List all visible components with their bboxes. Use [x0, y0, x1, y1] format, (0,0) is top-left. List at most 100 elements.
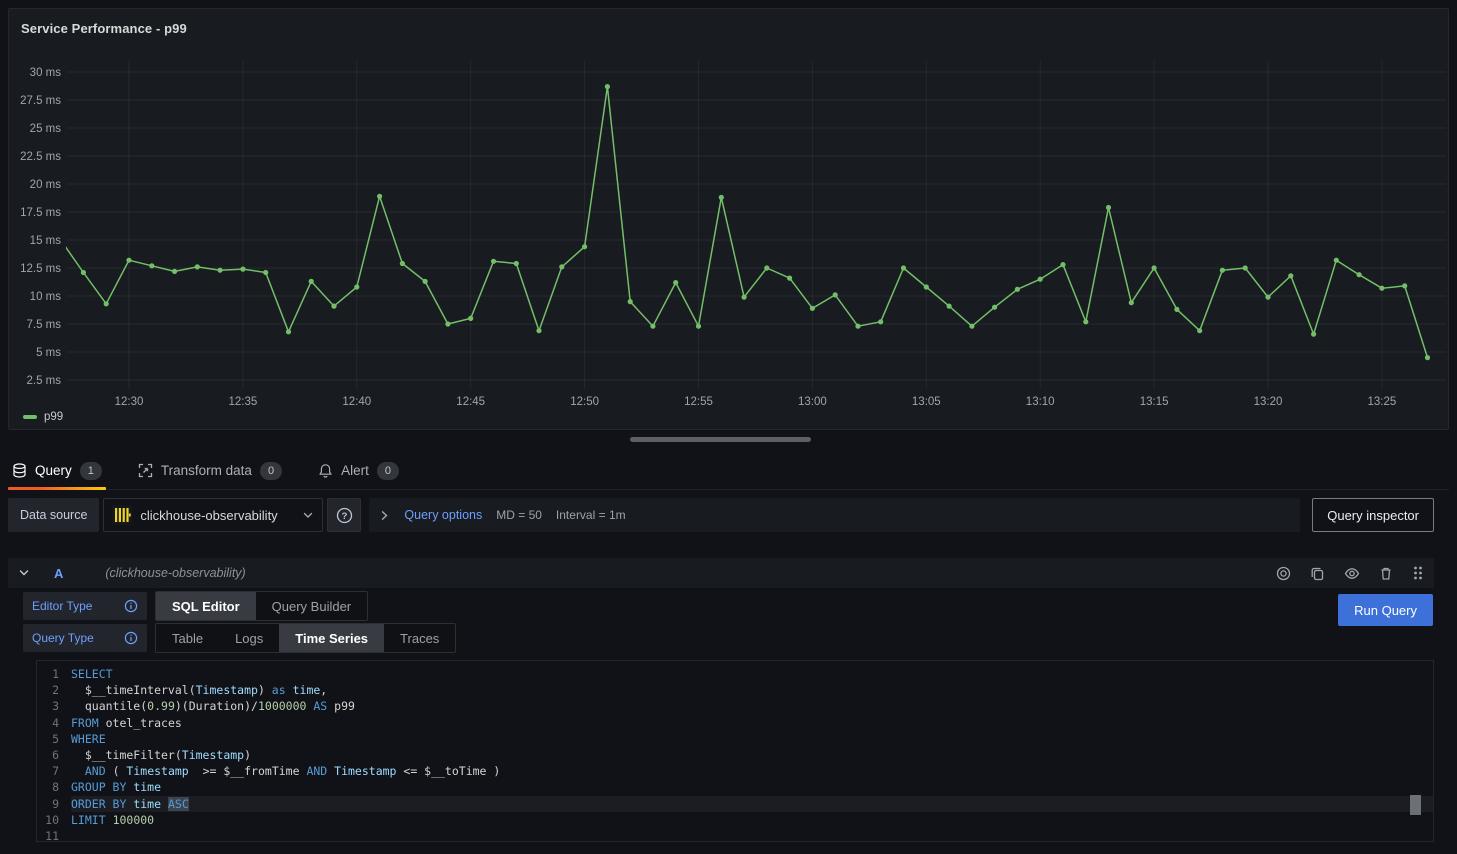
line-content: $__timeInterval(Timestamp) as time, [71, 682, 1433, 698]
max-data-points-value: MD = 50 [496, 508, 542, 522]
datasource-picker[interactable]: clickhouse-observability [103, 498, 323, 532]
panel-title: Service Performance - p99 [21, 21, 187, 36]
svg-text:12:50: 12:50 [570, 396, 599, 408]
record-icon[interactable] [1276, 566, 1291, 581]
query-inspector-button[interactable]: Query inspector [1312, 498, 1434, 532]
code-line-9[interactable]: 9ORDER BY time ASC [37, 796, 1433, 812]
svg-text:12:35: 12:35 [229, 396, 258, 408]
help-icon: ? [336, 507, 353, 524]
svg-text:13:10: 13:10 [1026, 396, 1055, 408]
svg-text:5 ms: 5 ms [36, 347, 61, 359]
query-row-header[interactable]: A (clickhouse-observability) [8, 558, 1434, 588]
code-line-5[interactable]: 5WHERE [37, 731, 1433, 747]
option-query-builder[interactable]: Query Builder [256, 592, 367, 620]
tab-transform-data[interactable]: Transform data0 [134, 452, 286, 489]
svg-text:2.5 ms: 2.5 ms [26, 375, 61, 387]
code-line-1[interactable]: 1SELECT [37, 666, 1433, 682]
line-number: 2 [37, 682, 71, 698]
line-content: quantile(0.99)(Duration)/1000000 AS p99 [71, 698, 1433, 714]
clickhouse-logo-icon [112, 505, 132, 525]
legend-swatch [23, 415, 37, 419]
svg-text:13:00: 13:00 [798, 396, 827, 408]
line-content: $__timeFilter(Timestamp) [71, 747, 1433, 763]
sql-editor[interactable]: 1SELECT2 $__timeInterval(Timestamp) as t… [36, 660, 1434, 842]
line-content: FROM otel_traces [71, 715, 1433, 731]
query-type-label: Query Type [23, 624, 147, 652]
drag-handle-icon[interactable] [1412, 565, 1424, 581]
editor-scrollbar-thumb[interactable] [1410, 795, 1421, 815]
interval-value: Interval = 1m [556, 508, 626, 522]
datasource-row: Data source clickhouse-observability ? Q… [8, 498, 1434, 532]
svg-text:10 ms: 10 ms [30, 291, 62, 303]
editor-type-group: SQL EditorQuery Builder [155, 591, 368, 621]
query-datasource-hint: (clickhouse-observability) [105, 566, 1266, 580]
query-type-group: TableLogsTime SeriesTraces [155, 623, 456, 653]
code-line-7[interactable]: 7 AND ( Timestamp >= $__fromTime AND Tim… [37, 763, 1433, 779]
code-line-6[interactable]: 6 $__timeFilter(Timestamp) [37, 747, 1433, 763]
tab-query[interactable]: Query1 [8, 452, 106, 489]
horizontal-scrollbar[interactable] [630, 437, 811, 442]
option-logs[interactable]: Logs [219, 624, 279, 652]
editor-type-row: Editor Type SQL EditorQuery Builder [8, 592, 1434, 620]
svg-text:13:20: 13:20 [1254, 396, 1283, 408]
option-time-series[interactable]: Time Series [279, 624, 384, 652]
svg-text:25 ms: 25 ms [30, 123, 62, 135]
line-content: AND ( Timestamp >= $__fromTime AND Times… [71, 763, 1433, 779]
legend-label: p99 [44, 411, 63, 423]
line-number: 11 [37, 828, 71, 841]
datasource-picker-value: clickhouse-observability [140, 508, 294, 523]
line-content: ORDER BY time ASC [71, 796, 1433, 812]
svg-text:12.5 ms: 12.5 ms [20, 263, 61, 275]
svg-text:20 ms: 20 ms [30, 179, 62, 191]
option-sql-editor[interactable]: SQL Editor [156, 592, 256, 620]
info-icon[interactable] [124, 631, 138, 645]
bell-icon [318, 463, 333, 478]
query-type-row: Query Type TableLogsTime SeriesTraces [8, 624, 1434, 652]
query-row-card: A (clickhouse-observability) [8, 558, 1434, 842]
query-options-link[interactable]: Query options [404, 508, 482, 522]
line-content: WHERE [71, 731, 1433, 747]
timeseries-panel: Service Performance - p99 2.5 ms5 ms7.5 … [8, 8, 1449, 430]
svg-text:?: ? [342, 511, 348, 522]
chevron-right-icon[interactable] [379, 510, 390, 521]
line-number: 4 [37, 715, 71, 731]
option-traces[interactable]: Traces [384, 624, 455, 652]
copy-icon[interactable] [1310, 566, 1325, 581]
tab-badge: 0 [377, 462, 399, 480]
svg-text:13:05: 13:05 [912, 396, 941, 408]
line-number: 8 [37, 779, 71, 795]
legend-item-p99[interactable]: p99 [23, 411, 63, 423]
code-line-10[interactable]: 10LIMIT 100000 [37, 812, 1433, 828]
line-number: 1 [37, 666, 71, 682]
eye-icon[interactable] [1344, 566, 1360, 581]
tab-badge: 1 [80, 462, 102, 480]
code-line-8[interactable]: 8GROUP BY time [37, 779, 1433, 795]
svg-text:12:30: 12:30 [115, 396, 144, 408]
code-line-3[interactable]: 3 quantile(0.99)(Duration)/1000000 AS p9… [37, 698, 1433, 714]
tab-badge: 0 [260, 462, 282, 480]
collapse-chevron-icon[interactable] [18, 567, 30, 579]
query-ref-id[interactable]: A [54, 566, 63, 581]
tab-label: Alert [341, 463, 369, 478]
chevron-down-icon [302, 509, 314, 521]
timeseries-chart[interactable]: 2.5 ms5 ms7.5 ms10 ms12.5 ms15 ms17.5 ms… [9, 39, 1448, 417]
code-line-2[interactable]: 2 $__timeInterval(Timestamp) as time, [37, 682, 1433, 698]
trash-icon[interactable] [1379, 566, 1393, 581]
svg-text:17.5 ms: 17.5 ms [20, 207, 61, 219]
code-line-11[interactable]: 11 [37, 828, 1433, 841]
line-content [71, 828, 1433, 841]
datasource-help-button[interactable]: ? [327, 498, 361, 532]
svg-text:30 ms: 30 ms [30, 67, 62, 79]
tab-alert[interactable]: Alert 0 [314, 452, 403, 489]
code-line-4[interactable]: 4FROM otel_traces [37, 715, 1433, 731]
option-table[interactable]: Table [156, 624, 219, 652]
info-icon[interactable] [124, 599, 138, 613]
query-options-strip: Query options MD = 50 Interval = 1m [369, 498, 1300, 532]
svg-text:12:55: 12:55 [684, 396, 713, 408]
svg-text:22.5 ms: 22.5 ms [20, 151, 61, 163]
run-query-button[interactable]: Run Query [1338, 594, 1433, 626]
svg-text:13:15: 13:15 [1140, 396, 1169, 408]
datasource-label: Data source [8, 498, 99, 532]
line-number: 3 [37, 698, 71, 714]
database-icon [12, 463, 27, 478]
